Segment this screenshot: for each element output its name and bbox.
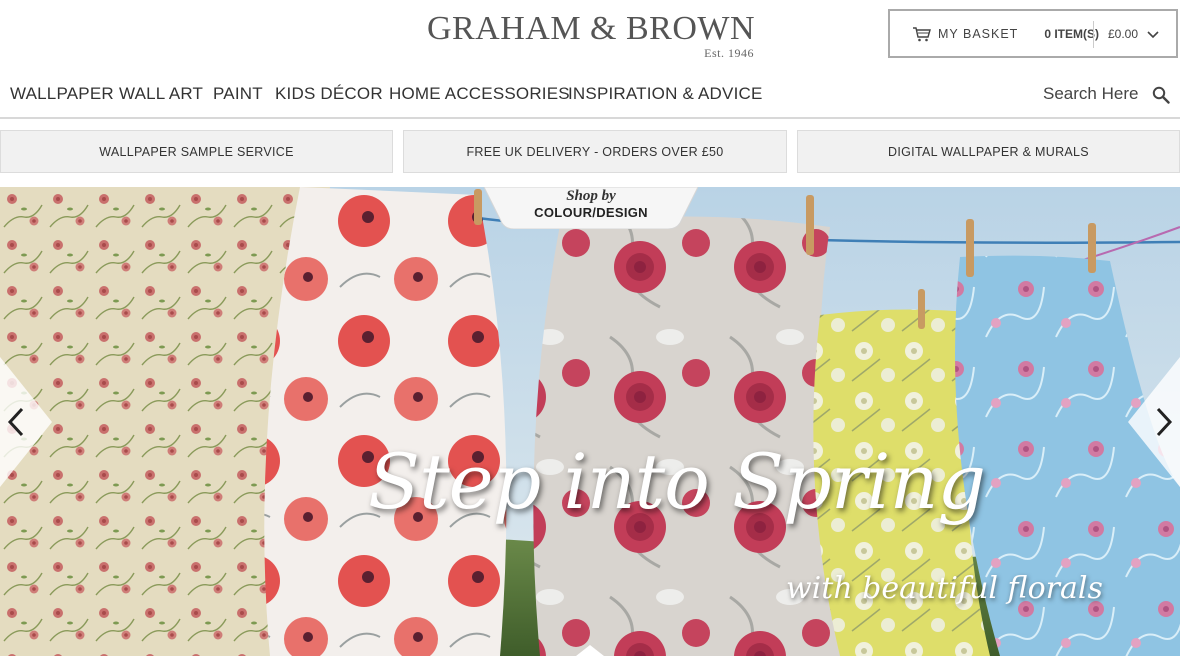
search-icon[interactable] xyxy=(1152,86,1170,104)
brand-name: GRAHAM & BROWN xyxy=(426,10,756,47)
brand-logo[interactable]: GRAHAM & BROWN Est. 1946 xyxy=(416,10,766,62)
promo-label: WALLPAPER SAMPLE SERVICE xyxy=(99,144,294,159)
promo-sample-service[interactable]: WALLPAPER SAMPLE SERVICE xyxy=(0,130,393,173)
hero-subline: with beautiful florals xyxy=(786,571,1103,606)
basket-widget[interactable]: MY BASKET 0 ITEM(S) £0.00 xyxy=(888,9,1178,58)
chevron-left-icon xyxy=(0,357,52,487)
promo-free-delivery[interactable]: FREE UK DELIVERY - ORDERS OVER £50 xyxy=(403,130,787,173)
search-input[interactable]: Search Here xyxy=(1043,84,1138,104)
carousel-next-button[interactable] xyxy=(1126,357,1180,487)
shop-by-label: Shop by xyxy=(566,188,616,204)
search-box[interactable]: Search Here xyxy=(1040,84,1180,106)
shop-by-colour-design-tab[interactable]: Shop by COLOUR/DESIGN xyxy=(484,187,698,229)
hero-headline: Step into Spring xyxy=(368,437,986,526)
promo-label: DIGITAL WALLPAPER & MURALS xyxy=(888,144,1089,159)
shop-by-sub-label: COLOUR/DESIGN xyxy=(534,205,648,220)
nav-item-inspiration-advice[interactable]: INSPIRATION & ADVICE xyxy=(568,84,763,104)
chevron-down-icon[interactable] xyxy=(1146,29,1160,41)
cart-icon xyxy=(913,26,931,41)
main-nav: WALLPAPER WALL ART PAINT KIDS DÉCOR HOME… xyxy=(0,76,1180,116)
nav-item-paint[interactable]: PAINT xyxy=(213,84,263,104)
brand-est: Est. 1946 xyxy=(704,46,754,60)
basket-total: £0.00 xyxy=(1108,27,1139,41)
chevron-right-icon xyxy=(1128,357,1180,487)
promo-label: FREE UK DELIVERY - ORDERS OVER £50 xyxy=(466,144,724,159)
basket-label: MY BASKET xyxy=(938,26,1019,41)
basket-divider xyxy=(1093,21,1094,48)
basket-item-count: 0 ITEM(S) xyxy=(1044,26,1099,41)
promo-digital-murals[interactable]: DIGITAL WALLPAPER & MURALS xyxy=(797,130,1180,173)
nav-divider xyxy=(0,117,1180,119)
hero-banner[interactable]: Shop by COLOUR/DESIGN Step into Spring w… xyxy=(0,187,1180,656)
nav-item-home-accessories[interactable]: HOME ACCESSORIES xyxy=(389,84,570,104)
nav-item-wall-art[interactable]: WALL ART xyxy=(119,84,203,104)
nav-item-kids-decor[interactable]: KIDS DÉCOR xyxy=(275,84,383,104)
nav-item-wallpaper[interactable]: WALLPAPER xyxy=(10,84,114,104)
carousel-prev-button[interactable] xyxy=(0,357,56,487)
